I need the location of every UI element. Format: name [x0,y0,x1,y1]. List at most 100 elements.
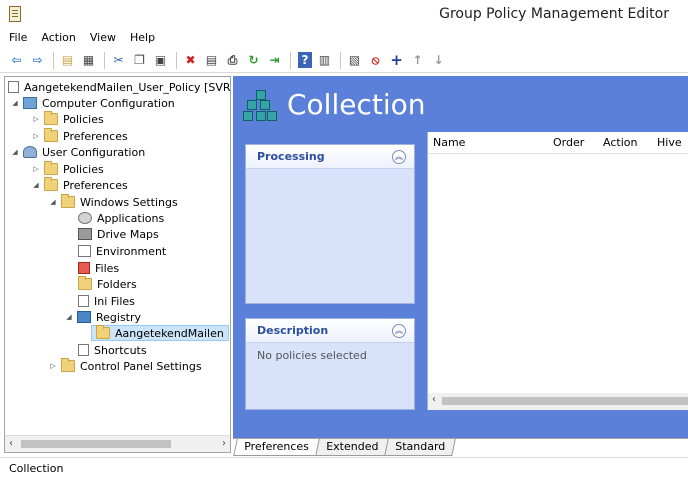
tree-item-aangetekendmailen-selected[interactable]: AangetekendMailen [91,325,229,341]
tab-label: Extended [325,440,379,453]
list-horizontal-scrollbar[interactable]: ‹ [428,393,688,410]
tab-extended[interactable]: Extended [314,439,389,456]
window-title: Group Policy Management Editor [439,6,669,22]
toolbar-separator [340,51,341,69]
menu-help[interactable]: Help [130,30,155,48]
toolbar-separator [290,51,291,69]
status-bar: Collection [0,457,688,484]
tree-item-label: Preferences [63,129,128,143]
description-title: Description [257,324,329,337]
tree-item-label: User Configuration [42,145,146,159]
forward-arrow-icon[interactable]: ⇨ [28,51,47,70]
collapse-icon[interactable]: ◢ [10,99,20,107]
tree-item-windows-settings[interactable]: ◢ Windows Settings [48,194,178,210]
scroll-left-icon[interactable]: ‹ [9,438,13,449]
tree-item-computer-preferences[interactable]: ▷ Preferences [31,128,128,144]
tree-item-label: AangetekendMailen [115,326,224,340]
details-pane: Collection Processing ︽ Description ︽ No… [233,76,688,438]
tree-root[interactable]: AangetekendMailen_User_Policy [SVR-001 [8,79,230,95]
tree-item-folders[interactable]: Folders [78,276,137,292]
tree-item-label: Policies [63,162,104,176]
status-text: Collection [9,462,64,475]
expand-icon[interactable]: ▷ [31,132,41,140]
collection-icon [243,88,279,124]
properties-icon[interactable]: ▤ [202,51,221,70]
expand-icon[interactable]: ▷ [31,165,41,173]
scroll-left-icon[interactable]: ‹ [432,394,436,405]
column-order[interactable]: Order [553,136,584,149]
files-icon [78,262,90,274]
tree-horizontal-scrollbar[interactable]: ‹ › [5,435,230,452]
collapse-icon[interactable]: ◢ [31,181,41,189]
tree-item-label: Folders [97,277,137,291]
items-list[interactable]: Name Order Action Hive ‹ [427,132,688,410]
tree-item-computer-policies[interactable]: ▷ Policies [31,111,104,127]
export-icon[interactable]: ⇥ [265,51,284,70]
toolbar-separator [176,51,177,69]
tree-item-label: Computer Configuration [42,96,175,110]
collapse-icon[interactable]: ◢ [64,313,74,321]
tree-item-computer-configuration[interactable]: ◢ Computer Configuration [10,95,175,111]
copy-icon[interactable]: ❐ [130,51,149,70]
menu-view[interactable]: View [90,30,116,48]
print-icon[interactable]: ⎙ [223,51,242,70]
menu-action[interactable]: Action [41,30,75,48]
move-up-icon[interactable]: ↑ [408,51,427,70]
refresh-icon[interactable]: ↻ [244,51,263,70]
console-tree[interactable]: AangetekendMailen_User_Policy [SVR-001 ◢… [4,76,231,453]
processing-title: Processing [257,150,325,163]
stop-icon[interactable]: ⦸ [366,51,385,70]
tab-preferences[interactable]: Preferences [233,439,320,456]
collapse-chevron-icon[interactable]: ︽ [392,323,406,338]
collection-folder-icon [96,325,110,339]
tree-item-label: Ini Files [94,294,135,308]
move-down-icon[interactable]: ↓ [429,51,448,70]
cut-icon[interactable]: ✂ [109,51,128,70]
tree-item-registry[interactable]: ◢ Registry [64,309,141,325]
tab-standard[interactable]: Standard [384,439,456,456]
help-icon[interactable]: ? [298,52,312,68]
show-hide-tree-icon[interactable]: ▦ [79,51,98,70]
expand-icon[interactable]: ▷ [48,362,58,370]
menu-file[interactable]: File [9,30,27,48]
shortcuts-icon [78,344,89,356]
paste-icon[interactable]: ▣ [151,51,170,70]
view-icon[interactable]: ▥ [315,51,334,70]
applications-icon [78,212,92,224]
filter-icon[interactable]: ▧ [345,51,364,70]
column-name[interactable]: Name [433,136,465,149]
tree-item-label: Environment [96,244,167,258]
column-hive[interactable]: Hive [657,136,682,149]
tree-item-shortcuts[interactable]: Shortcuts [78,342,147,358]
column-action[interactable]: Action [603,136,637,149]
add-icon[interactable]: + [387,51,406,70]
tree-item-drive-maps[interactable]: Drive Maps [78,226,159,242]
tree-item-label: Files [95,261,120,275]
tree-item-control-panel-settings[interactable]: ▷ Control Panel Settings [48,358,202,374]
up-folder-icon[interactable]: ▤ [58,51,77,70]
registry-icon [77,311,91,323]
policy-document-icon [8,81,19,93]
expand-icon[interactable]: ▷ [31,115,41,123]
processing-header: Processing ︽ [246,145,414,169]
tree-item-applications[interactable]: Applications [78,210,164,226]
back-arrow-icon[interactable]: ⇦ [7,51,26,70]
tree-item-user-configuration[interactable]: ◢ User Configuration [10,144,145,160]
scrollbar-thumb[interactable] [21,440,171,448]
tree-item-user-preferences[interactable]: ◢ Preferences [31,177,128,193]
collapse-icon[interactable]: ◢ [48,198,58,206]
tree-item-environment[interactable]: Environment [78,243,166,259]
scroll-right-icon[interactable]: › [222,438,226,449]
tree-item-user-policies[interactable]: ▷ Policies [31,161,104,177]
collapse-chevron-icon[interactable]: ︽ [392,149,406,164]
tree-item-ini-files[interactable]: Ini Files [78,293,135,309]
tree-item-files[interactable]: Files [78,260,119,276]
folder-icon [44,111,58,125]
collapse-icon[interactable]: ◢ [10,148,20,156]
tab-label: Preferences [244,440,309,453]
delete-icon[interactable]: ✖ [181,51,200,70]
title-bar: Group Policy Management Editor [0,0,688,30]
list-column-headers: Name Order Action Hive [428,132,688,154]
scrollbar-thumb[interactable] [442,397,688,405]
processing-panel: Processing ︽ [245,144,415,304]
